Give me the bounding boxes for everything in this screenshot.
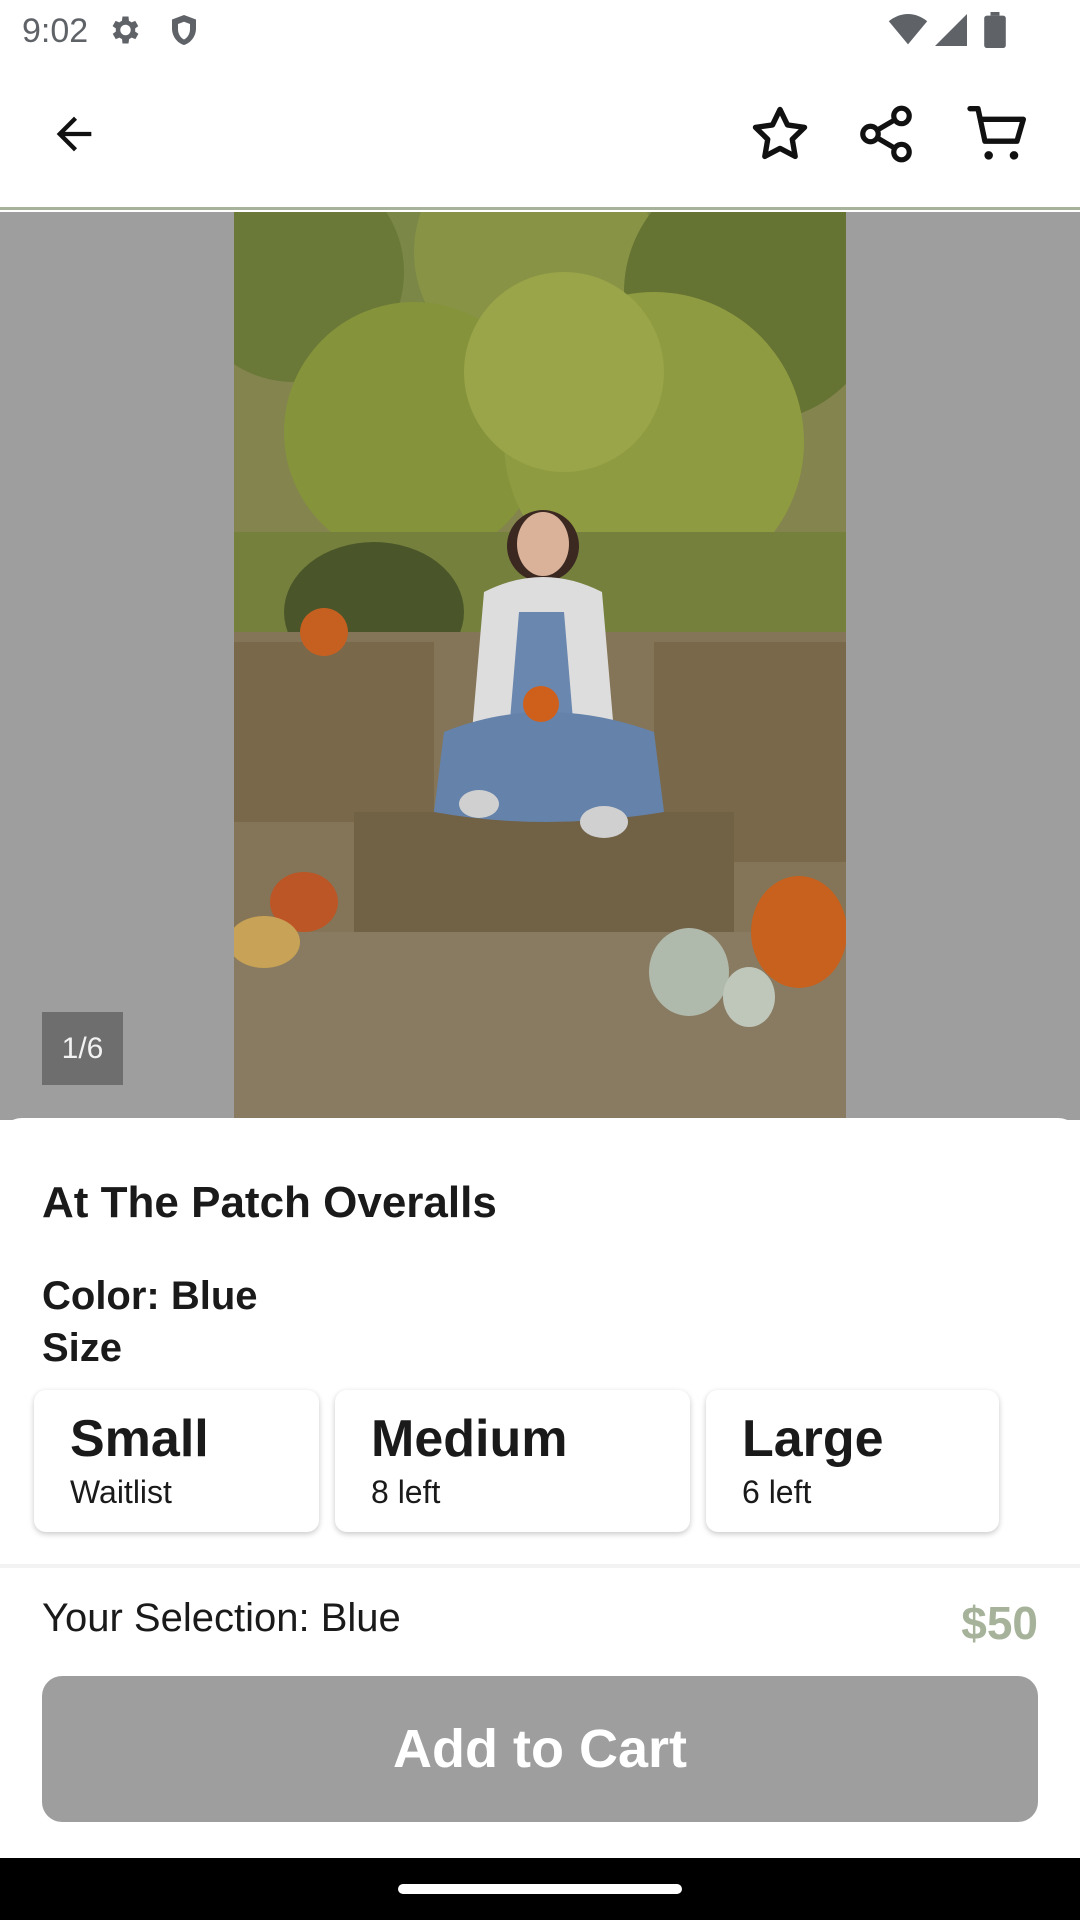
product-title: At The Patch Overalls bbox=[42, 1178, 497, 1227]
size-option-large[interactable]: Large 6 left bbox=[706, 1390, 999, 1532]
size-stock: 8 left bbox=[371, 1474, 441, 1510]
size-option-small[interactable]: Small Waitlist bbox=[34, 1390, 319, 1532]
battery-icon bbox=[984, 12, 1006, 53]
color-label: Color: Blue bbox=[42, 1274, 258, 1318]
size-stock: Waitlist bbox=[70, 1474, 172, 1510]
size-option-medium[interactable]: Medium 8 left bbox=[335, 1390, 690, 1532]
size-name: Large bbox=[742, 1410, 884, 1468]
product-photo bbox=[184, 212, 884, 1120]
share-icon bbox=[855, 103, 917, 170]
page-indicator: 1/6 bbox=[42, 1012, 123, 1085]
status-time: 9:02 bbox=[22, 12, 89, 50]
navigation-bar bbox=[0, 1858, 1080, 1920]
wifi-icon bbox=[888, 14, 928, 51]
status-bar: 9:02 bbox=[0, 0, 1080, 64]
size-name: Small bbox=[70, 1410, 209, 1468]
signal-icon bbox=[934, 14, 968, 51]
product-gallery[interactable]: 1/6 bbox=[0, 212, 1080, 1120]
cart-button[interactable] bbox=[958, 96, 1038, 176]
price: $50 bbox=[961, 1597, 1038, 1649]
selection-text: Your Selection: Blue bbox=[42, 1596, 401, 1640]
star-outline-icon bbox=[748, 102, 812, 171]
back-button[interactable] bbox=[34, 96, 114, 176]
settings-icon bbox=[106, 12, 142, 53]
app-bar bbox=[0, 64, 1080, 210]
arrow-left-icon bbox=[48, 108, 100, 165]
size-name: Medium bbox=[371, 1410, 568, 1468]
size-label: Size bbox=[42, 1326, 123, 1370]
size-stock: 6 left bbox=[742, 1474, 812, 1510]
home-indicator[interactable] bbox=[398, 1884, 682, 1894]
shield-icon bbox=[166, 12, 202, 53]
product-sheet: At The Patch Overalls Color: Blue Size S… bbox=[0, 1118, 1080, 1858]
divider bbox=[0, 1564, 1080, 1568]
share-button[interactable] bbox=[846, 96, 926, 176]
favorite-button[interactable] bbox=[740, 96, 820, 176]
cart-icon bbox=[966, 102, 1030, 171]
add-to-cart-button[interactable]: Add to Cart bbox=[42, 1676, 1038, 1822]
